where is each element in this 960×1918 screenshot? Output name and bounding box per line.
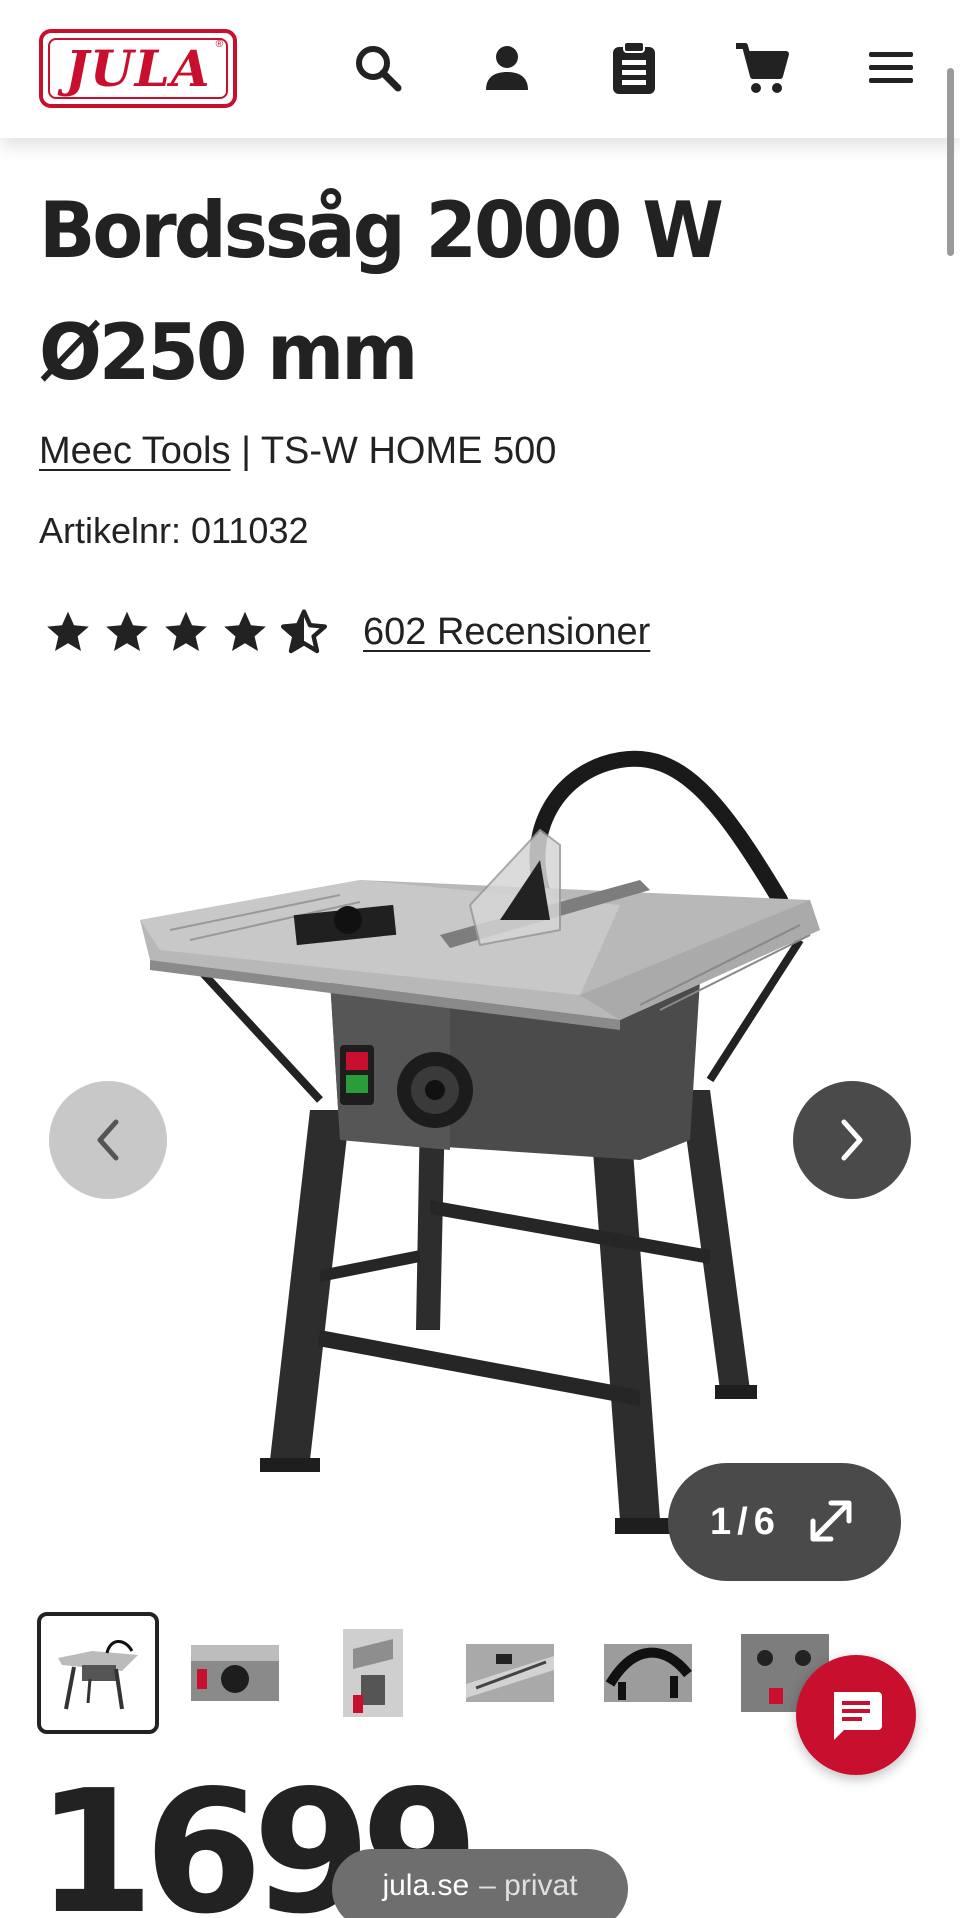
expand-icon [810, 1500, 852, 1542]
menu-icon[interactable] [861, 38, 921, 98]
thumbnail-1[interactable] [37, 1612, 159, 1734]
logo-text: JULA [65, 39, 211, 98]
product-title: Bordssåg 2000 W Ø250 mm [39, 170, 899, 414]
thumbnail-3[interactable] [312, 1612, 434, 1734]
chevron-right-icon [841, 1119, 863, 1161]
brand-separator: | [241, 430, 251, 472]
star-half-icon [281, 609, 327, 654]
counter-current: 1 [710, 1500, 732, 1543]
site-header: JULA ® [0, 0, 960, 138]
thumbnail-table-saw [58, 1640, 138, 1710]
article-number: Artikelnr: 011032 [39, 510, 309, 551]
star-full-icon [106, 611, 148, 651]
scrollbar[interactable] [947, 68, 954, 256]
cart-icon[interactable] [732, 38, 792, 98]
product-title-line2: Ø250 mm [39, 307, 418, 398]
browser-url-pill[interactable]: jula.se – privat [332, 1849, 628, 1918]
star-full-icon [165, 611, 207, 651]
next-image-button[interactable] [793, 1081, 911, 1199]
model-name: TS-W HOME 500 [260, 430, 557, 472]
reviews-link[interactable]: 602 Recensioner [363, 611, 650, 654]
registered-mark-icon: ® [215, 39, 223, 50]
account-icon[interactable] [477, 38, 537, 98]
brand-link[interactable]: Meec Tools [39, 430, 231, 472]
jula-logo[interactable]: JULA ® [39, 29, 237, 108]
previous-image-button[interactable] [49, 1081, 167, 1199]
chevron-left-icon [97, 1119, 119, 1161]
star-full-icon [47, 611, 89, 651]
counter-separator: / [737, 1500, 748, 1543]
thumbnail-2[interactable] [174, 1612, 296, 1734]
search-icon[interactable] [348, 38, 408, 98]
thumbnail-4[interactable] [449, 1612, 571, 1734]
counter-total: 6 [753, 1500, 775, 1543]
star-full-icon [224, 611, 266, 651]
product-image[interactable] [120, 730, 840, 1550]
image-counter-expand-button[interactable]: 1 / 6 [668, 1463, 901, 1581]
list-icon[interactable] [604, 38, 664, 98]
url-suffix: – privat [479, 1869, 578, 1902]
product-title-line1: Bordssåg 2000 W [39, 185, 724, 277]
chat-icon [834, 1692, 882, 1740]
brand-line: Meec Tools | TS-W HOME 500 [39, 430, 556, 473]
thumbnail-5[interactable] [587, 1612, 709, 1734]
url-domain: jula.se [382, 1869, 470, 1902]
rating: 602 Recensioner [44, 608, 650, 656]
chat-button[interactable] [796, 1655, 916, 1775]
